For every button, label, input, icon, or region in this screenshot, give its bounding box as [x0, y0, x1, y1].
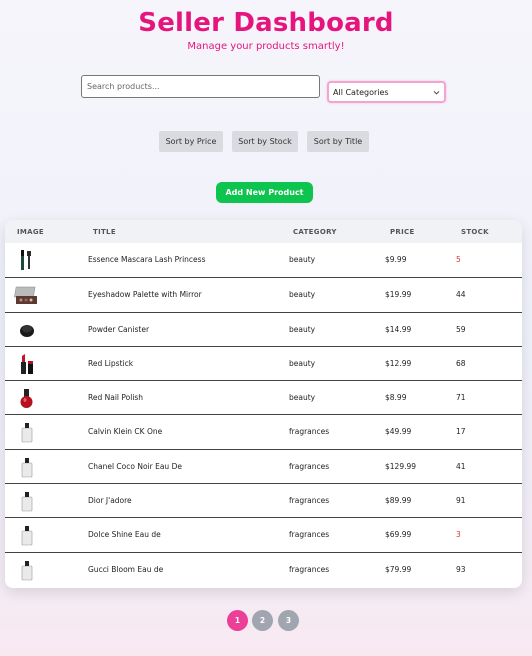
- table-row[interactable]: Essence Mascara Lash Princess beauty $9.99…: [5, 243, 522, 277]
- column-header-category: CATEGORY: [293, 228, 337, 236]
- column-header-stock: STOCK: [461, 228, 489, 236]
- product-price: $8.99: [385, 393, 407, 402]
- products-table: IMAGE TITLE CATEGORY PRICE STOCK Essence…: [5, 220, 522, 588]
- perfume-bottle-icon: [14, 419, 40, 445]
- product-title: Powder Canister: [88, 325, 150, 334]
- column-header-image: IMAGE: [17, 228, 45, 236]
- product-stock: 68: [456, 359, 466, 368]
- product-stock: 3: [456, 530, 461, 539]
- table-row[interactable]: Eyeshadow Palette with Mirror beauty $19.9…: [5, 277, 522, 311]
- product-stock: 5: [456, 255, 461, 264]
- product-category: beauty: [289, 255, 316, 264]
- product-title: Chanel Coco Noir Eau De: [88, 462, 182, 471]
- product-title: Dior J'adore: [88, 496, 132, 505]
- product-category: beauty: [289, 325, 316, 334]
- table-row[interactable]: Chanel Coco Noir Eau De fragrances $129.99…: [5, 449, 522, 483]
- search-input[interactable]: [81, 75, 320, 98]
- product-stock: 44: [456, 290, 466, 299]
- product-stock: 17: [456, 427, 466, 436]
- table-row[interactable]: Calvin Klein CK One fragrances $49.99 17: [5, 414, 522, 448]
- product-category: fragrances: [289, 530, 330, 539]
- product-price: $9.99: [385, 255, 407, 264]
- product-stock: 41: [456, 462, 466, 471]
- table-row[interactable]: Dior J'adore fragrances $89.99 91: [5, 483, 522, 517]
- perfume-bottle-icon: [14, 557, 40, 583]
- table-row[interactable]: Red Lipstick beauty $12.99 68: [5, 346, 522, 380]
- product-category: fragrances: [289, 565, 330, 574]
- product-price: $89.99: [385, 496, 412, 505]
- product-title: Dolce Shine Eau de: [88, 530, 161, 539]
- perfume-bottle-icon: [14, 522, 40, 548]
- page-title: Seller Dashboard: [138, 8, 394, 38]
- chevron-down-icon: [433, 90, 440, 95]
- product-title: Gucci Bloom Eau de: [88, 565, 164, 574]
- page-button-3[interactable]: 3: [278, 610, 299, 631]
- product-category: beauty: [289, 393, 316, 402]
- product-stock: 59: [456, 325, 466, 334]
- lipstick-icon: [14, 351, 40, 377]
- perfume-bottle-icon: [14, 454, 40, 480]
- sort-by-stock-button[interactable]: Sort by Stock: [232, 131, 298, 152]
- product-title: Red Nail Polish: [88, 393, 144, 402]
- table-header: IMAGE TITLE CATEGORY PRICE STOCK: [5, 220, 522, 243]
- product-stock: 71: [456, 393, 466, 402]
- add-new-product-button[interactable]: Add New Product: [216, 182, 313, 203]
- perfume-bottle-icon: [14, 488, 40, 514]
- sort-by-price-button[interactable]: Sort by Price: [159, 131, 223, 152]
- table-row[interactable]: Gucci Bloom Eau de fragrances $79.99 93: [5, 552, 522, 586]
- product-price: $19.99: [385, 290, 412, 299]
- product-title: Calvin Klein CK One: [88, 427, 163, 436]
- product-stock: 91: [456, 496, 466, 505]
- product-price: $79.99: [385, 565, 412, 574]
- table-row[interactable]: Red Nail Polish beauty $8.99 71: [5, 380, 522, 414]
- product-price: $49.99: [385, 427, 412, 436]
- category-select[interactable]: All Categories: [327, 81, 446, 103]
- column-header-price: PRICE: [390, 228, 415, 236]
- product-category: fragrances: [289, 427, 330, 436]
- table-row[interactable]: Powder Canister beauty $14.99 59: [5, 312, 522, 346]
- product-price: $14.99: [385, 325, 412, 334]
- product-price: $12.99: [385, 359, 412, 368]
- sort-by-title-button[interactable]: Sort by Title: [307, 131, 369, 152]
- mascara-icon: [14, 247, 40, 273]
- product-title: Red Lipstick: [88, 359, 134, 368]
- table-row[interactable]: Dolce Shine Eau de fragrances $69.99 3: [5, 517, 522, 551]
- product-title: Eyeshadow Palette with Mirror: [88, 290, 202, 299]
- page-button-1[interactable]: 1: [227, 610, 248, 631]
- product-price: $69.99: [385, 530, 412, 539]
- category-select-value: All Categories: [333, 87, 389, 97]
- eyeshadow-palette-icon: [14, 282, 40, 308]
- product-category: fragrances: [289, 462, 330, 471]
- powder-canister-icon: [14, 317, 40, 343]
- product-category: beauty: [289, 290, 316, 299]
- page-button-2[interactable]: 2: [252, 610, 273, 631]
- product-stock: 93: [456, 565, 466, 574]
- product-category: beauty: [289, 359, 316, 368]
- product-title: Essence Mascara Lash Princess: [88, 255, 206, 264]
- column-header-title: TITLE: [93, 228, 116, 236]
- page-subtitle: Manage your products smartly!: [187, 41, 345, 52]
- nail-polish-icon: [14, 385, 40, 411]
- product-price: $129.99: [385, 462, 417, 471]
- product-category: fragrances: [289, 496, 330, 505]
